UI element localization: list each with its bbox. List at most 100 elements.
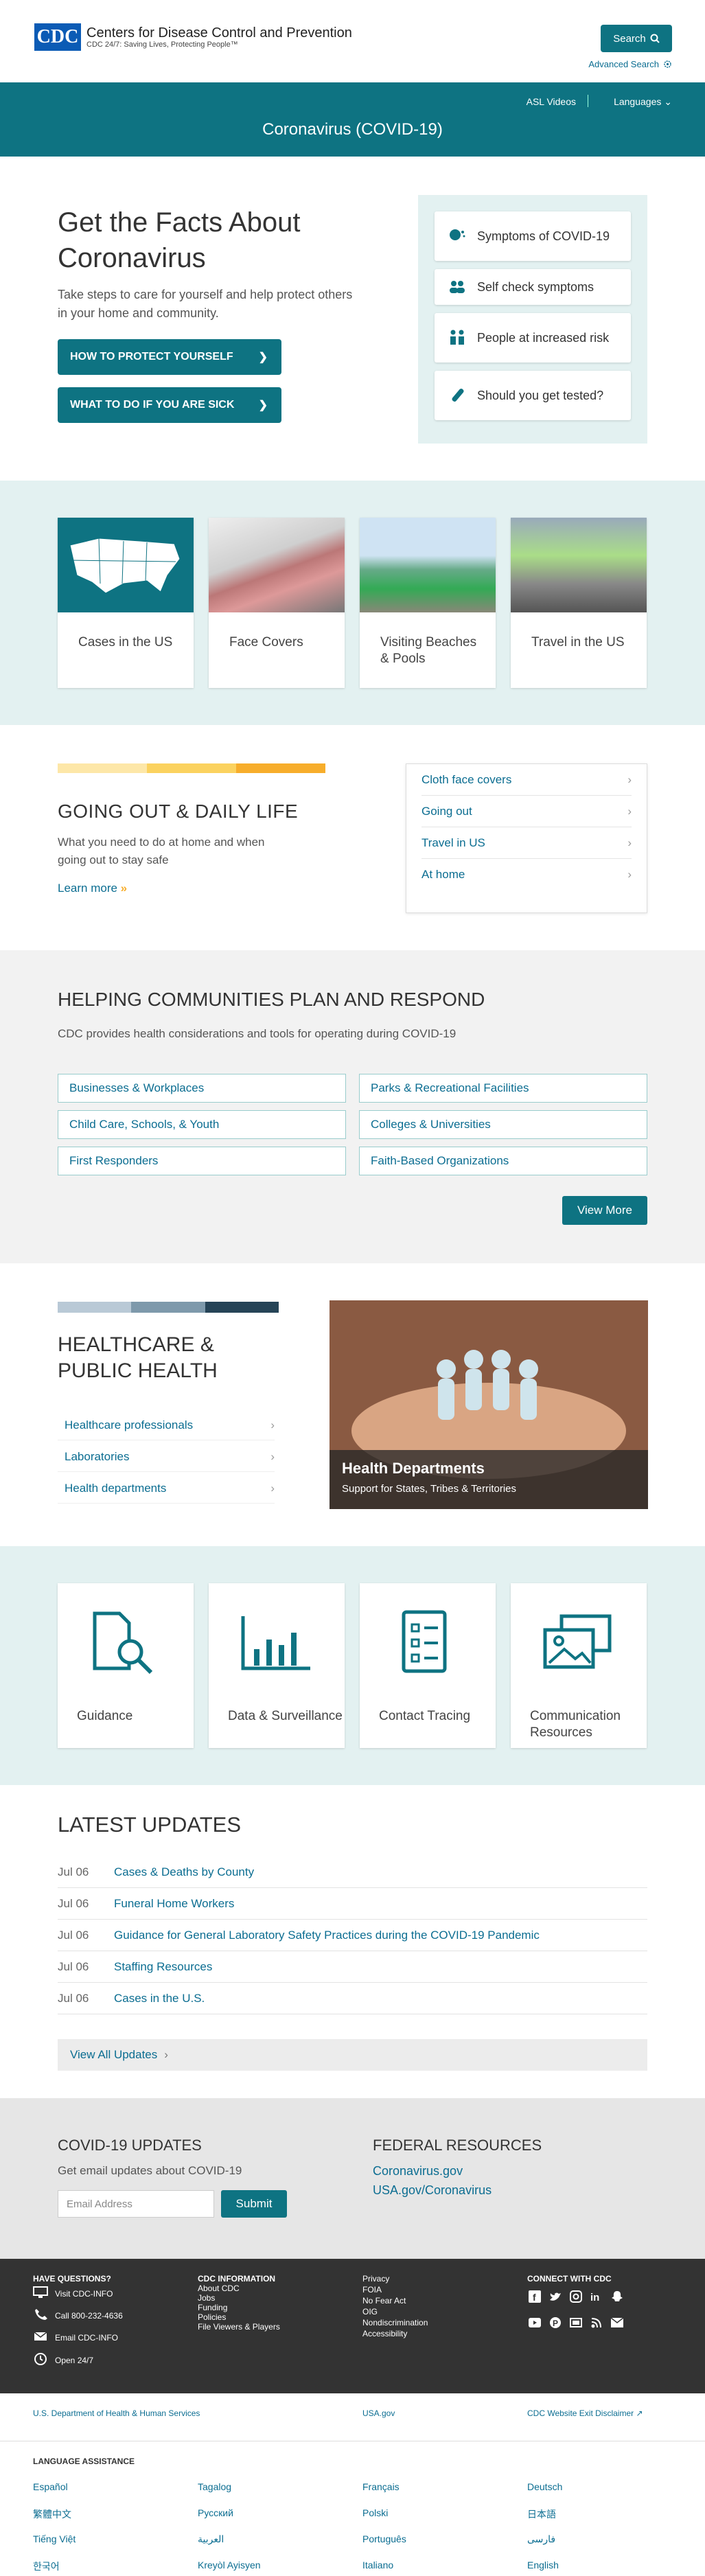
search-button[interactable]: Search xyxy=(601,25,672,52)
languages-dropdown[interactable]: Languages ⌄ xyxy=(614,96,672,108)
visit-cdc-info-link[interactable]: Visit CDC-INFO xyxy=(33,2286,113,2301)
healthcare-link[interactable]: Laboratories › xyxy=(58,1442,275,1472)
footer-link[interactable]: OIG xyxy=(362,2307,378,2316)
language-link[interactable]: Italiano xyxy=(362,2560,393,2571)
update-link[interactable]: Staffing Resources xyxy=(114,1960,212,1974)
language-link[interactable]: 日本語 xyxy=(527,2507,556,2521)
link-label: Visit CDC-INFO xyxy=(55,2288,113,2299)
instagram-icon[interactable] xyxy=(568,2289,583,2304)
footer-link[interactable]: Policies xyxy=(198,2312,226,2322)
tile-travel-us[interactable]: Travel in the US xyxy=(511,518,647,688)
language-link[interactable]: Kreyòl Ayisyen xyxy=(198,2560,261,2571)
quick-link-get-tested[interactable]: Should you get tested? xyxy=(435,371,631,420)
update-link[interactable]: Funeral Home Workers xyxy=(114,1897,234,1911)
color-bar-segment xyxy=(58,763,147,773)
email-cdc-info-link[interactable]: Email CDC-INFO xyxy=(33,2330,118,2345)
view-more-button[interactable]: View More xyxy=(562,1196,647,1225)
federal-link[interactable]: USA.gov/Coronavirus xyxy=(373,2183,492,2198)
going-out-link[interactable]: Cloth face covers › xyxy=(421,764,632,796)
if-sick-button[interactable]: WHAT TO DO IF YOU ARE SICK ❯ xyxy=(58,387,281,423)
footer-link[interactable]: No Fear Act xyxy=(362,2296,406,2305)
document-search-icon xyxy=(93,1611,153,1675)
advanced-search-link[interactable]: Advanced Search xyxy=(588,59,672,69)
update-row: Jul 06 Cases in the U.S. xyxy=(58,1983,647,2014)
tile-beaches-pools[interactable]: Visiting Beaches & Pools xyxy=(360,518,496,688)
healthcare-link[interactable]: Healthcare professionals › xyxy=(58,1410,275,1440)
federal-link[interactable]: Coronavirus.gov xyxy=(373,2164,463,2178)
submit-button[interactable]: Submit xyxy=(221,2190,287,2218)
update-link[interactable]: Cases in the U.S. xyxy=(114,1992,205,2005)
call-link[interactable]: Call 800-232-4636 xyxy=(33,2308,123,2323)
footer-link[interactable]: Accessibility xyxy=(362,2329,407,2338)
cdc-logo[interactable]: CDC Centers for Disease Control and Prev… xyxy=(34,23,352,51)
language-link[interactable]: Tiếng Việt xyxy=(33,2533,76,2544)
chevron-right-icon: › xyxy=(627,772,632,786)
usa-gov-link[interactable]: USA.gov xyxy=(362,2408,395,2418)
tile-face-covers[interactable]: Face Covers xyxy=(209,518,345,688)
health-departments-card[interactable]: Health Departments Support for States, T… xyxy=(330,1300,648,1509)
quick-link-symptoms[interactable]: Symptoms of COVID-19 xyxy=(435,211,631,261)
linkedin-icon[interactable]: in xyxy=(589,2289,604,2304)
footer-link[interactable]: File Viewers & Players xyxy=(198,2322,280,2332)
community-link[interactable]: First Responders xyxy=(58,1147,346,1175)
protect-yourself-button[interactable]: HOW TO PROTECT YOURSELF ❯ xyxy=(58,339,281,375)
learn-more-link[interactable]: Learn more » xyxy=(58,882,127,895)
language-link[interactable]: Français xyxy=(362,2481,400,2492)
update-row: Jul 06 Cases & Deaths by County xyxy=(58,1856,647,1888)
update-row: Jul 06 Funeral Home Workers xyxy=(58,1888,647,1920)
community-link[interactable]: Parks & Recreational Facilities xyxy=(359,1074,647,1103)
community-link[interactable]: Businesses & Workplaces xyxy=(58,1074,346,1103)
footer-link[interactable]: Privacy xyxy=(362,2274,389,2284)
healthcare-link[interactable]: Health departments › xyxy=(58,1473,275,1504)
language-link[interactable]: Deutsch xyxy=(527,2481,562,2492)
pinterest-icon[interactable]: P xyxy=(548,2315,563,2330)
chevron-right-icon: ❯ xyxy=(258,400,268,411)
footer-link[interactable]: Nondiscrimination xyxy=(362,2318,428,2327)
update-link[interactable]: Cases & Deaths by County xyxy=(114,1865,254,1879)
view-all-updates-button[interactable]: View All Updates › xyxy=(58,2039,647,2071)
syndication-icon[interactable] xyxy=(568,2315,583,2330)
footer-link[interactable]: Funding xyxy=(198,2303,227,2312)
facebook-icon[interactable]: f xyxy=(527,2289,542,2304)
email-field[interactable]: Email Address xyxy=(58,2190,214,2218)
footer-link[interactable]: About CDC xyxy=(198,2284,240,2293)
language-link[interactable]: English xyxy=(527,2560,559,2571)
tool-data-surveillance[interactable]: Data & Surveillance xyxy=(209,1583,345,1748)
snapchat-icon[interactable] xyxy=(610,2289,625,2304)
tool-communication-resources[interactable]: Communication Resources xyxy=(511,1583,647,1748)
quick-link-increased-risk[interactable]: People at increased risk xyxy=(435,313,631,363)
quick-link-self-check[interactable]: Self check symptoms xyxy=(435,269,631,305)
language-link[interactable]: Español xyxy=(33,2481,68,2492)
update-link[interactable]: Guidance for General Laboratory Safety P… xyxy=(114,1929,540,1942)
community-link[interactable]: Colleges & Universities xyxy=(359,1110,647,1139)
exit-disclaimer-link[interactable]: CDC Website Exit Disclaimer ↗ xyxy=(527,2408,643,2418)
language-link[interactable]: 繁體中文 xyxy=(33,2507,71,2521)
community-link[interactable]: Faith-Based Organizations xyxy=(359,1147,647,1175)
email-icon[interactable] xyxy=(610,2315,625,2330)
tile-cases-us[interactable]: Cases in the US xyxy=(58,518,194,688)
asl-videos-link[interactable]: ASL Videos xyxy=(527,96,576,107)
language-link[interactable]: Português xyxy=(362,2533,406,2544)
footer-heading: CDC INFORMATION xyxy=(198,2274,276,2284)
community-link[interactable]: Child Care, Schools, & Youth xyxy=(58,1110,346,1139)
footer-link[interactable]: Jobs xyxy=(198,2293,215,2303)
tool-contact-tracing[interactable]: Contact Tracing xyxy=(360,1583,496,1748)
language-link[interactable]: Polski xyxy=(362,2507,388,2518)
tool-guidance[interactable]: Guidance xyxy=(58,1583,194,1748)
language-link[interactable]: Русский xyxy=(198,2507,233,2518)
footer-link[interactable]: FOIA xyxy=(362,2285,382,2295)
language-link[interactable]: Tagalog xyxy=(198,2481,231,2492)
youtube-icon[interactable] xyxy=(527,2315,542,2330)
rss-icon[interactable] xyxy=(589,2315,604,2330)
language-link[interactable]: فارسی xyxy=(527,2533,555,2545)
going-out-link[interactable]: At home › xyxy=(421,859,632,890)
going-out-link[interactable]: Travel in US › xyxy=(421,827,632,859)
language-link[interactable]: العربية xyxy=(198,2533,224,2545)
going-out-link[interactable]: Going out › xyxy=(421,796,632,827)
link-label: Call 800-232-4636 xyxy=(55,2310,123,2321)
language-link[interactable]: 한국어 xyxy=(33,2560,60,2573)
hhs-link[interactable]: U.S. Department of Health & Human Servic… xyxy=(33,2408,200,2418)
link-label: Health departments xyxy=(65,1481,167,1495)
search-label: Search xyxy=(613,32,646,45)
twitter-icon[interactable] xyxy=(548,2289,563,2304)
